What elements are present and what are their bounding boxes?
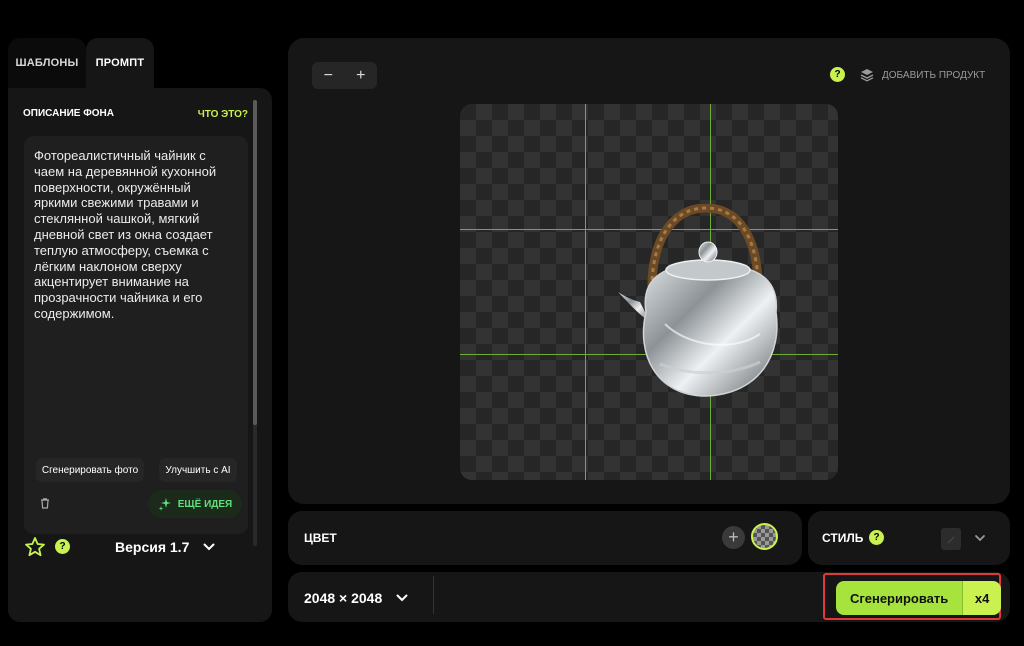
zoom-out-button[interactable]: −: [314, 67, 342, 85]
chevron-down-icon: [203, 543, 215, 551]
zoom-control: − +: [312, 62, 377, 89]
more-ideas-label: ЕЩЁ ИДЕЯ: [177, 498, 233, 510]
generate-multiplier[interactable]: x4: [962, 581, 1001, 615]
generate-label[interactable]: Сгенерировать: [836, 581, 963, 615]
trash-icon[interactable]: [38, 496, 52, 510]
help-icon[interactable]: ?: [869, 530, 884, 545]
improve-ai-button[interactable]: Улучшить с AI: [159, 458, 237, 482]
help-icon[interactable]: ?: [830, 67, 845, 82]
transparent-color-swatch[interactable]: [751, 523, 778, 550]
left-panel: ШАБЛОНЫ ПРОМПТ ОПИСАНИЕ ФОНА ЧТО ЭТО? Фо…: [8, 38, 272, 622]
color-label: ЦВЕТ: [304, 531, 337, 545]
section-title: ОПИСАНИЕ ФОНА: [23, 108, 114, 119]
generate-button[interactable]: Сгенерировать x4: [836, 581, 1001, 615]
what-is-it-link[interactable]: ЧТО ЭТО?: [198, 109, 248, 120]
scrollbar-thumb[interactable]: [253, 100, 257, 425]
version-label: Версия 1.7: [115, 539, 190, 555]
color-panel: ЦВЕТ +: [288, 511, 802, 565]
size-label: 2048 × 2048: [304, 590, 383, 606]
more-ideas-button[interactable]: ЕЩЁ ИДЕЯ: [148, 490, 242, 518]
chevron-down-icon[interactable]: [973, 531, 987, 545]
image-canvas[interactable]: [460, 104, 838, 480]
tab-templates[interactable]: ШАБЛОНЫ: [8, 38, 86, 88]
style-panel: СТИЛЬ ?: [808, 511, 1010, 565]
size-select[interactable]: 2048 × 2048: [304, 588, 408, 608]
version-select[interactable]: Версия 1.7: [115, 537, 215, 557]
guide-line-vertical: [585, 104, 586, 480]
layers-icon: [860, 69, 874, 82]
generate-photo-button[interactable]: Сгенерировать фото: [36, 458, 144, 482]
edit-icon: [947, 536, 955, 544]
star-icon[interactable]: [24, 536, 46, 558]
product-image-teapot[interactable]: [610, 204, 838, 404]
prompt-text[interactable]: Фотореалистичный чайник с чаем на деревя…: [34, 148, 234, 322]
chevron-down-icon: [396, 594, 408, 602]
style-thumbnail[interactable]: [941, 528, 961, 550]
add-product-label: ДОБАВИТЬ ПРОДУКТ: [882, 69, 986, 81]
bottom-bar: 2048 × 2048 Сгенерировать x4: [288, 572, 1010, 622]
divider: [433, 576, 434, 614]
zoom-in-button[interactable]: +: [347, 67, 375, 85]
style-label: СТИЛЬ: [822, 531, 864, 545]
add-product-button[interactable]: ДОБАВИТЬ ПРОДУКТ: [860, 67, 985, 83]
prompt-textarea[interactable]: Фотореалистичный чайник с чаем на деревя…: [24, 136, 248, 534]
help-icon[interactable]: ?: [55, 539, 70, 554]
canvas-panel: − + ? ДОБАВИТЬ ПРОДУКТ: [288, 38, 1010, 504]
add-color-button[interactable]: +: [722, 526, 745, 549]
sparkle-icon: [158, 498, 171, 511]
tab-prompt[interactable]: ПРОМПТ: [86, 38, 154, 88]
